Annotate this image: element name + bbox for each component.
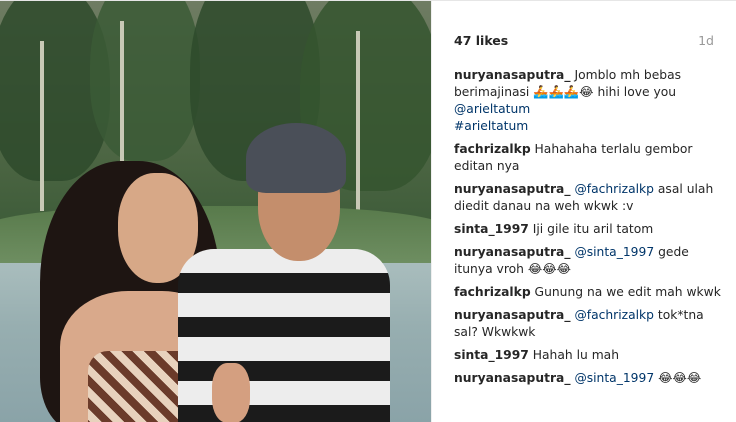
comment-username[interactable]: fachrizalkp bbox=[454, 142, 531, 156]
post-photo[interactable] bbox=[0, 1, 431, 422]
comment-username[interactable]: nuryanasaputra_ bbox=[454, 182, 571, 196]
comment-text: Gunung na we edit mah wkwk bbox=[534, 285, 721, 299]
comment-item: fachrizalkp Gunung na we edit mah wkwk bbox=[454, 284, 724, 301]
comment-username[interactable]: nuryanasaputra_ bbox=[454, 245, 571, 259]
comment-item: nuryanasaputra_ Jomblo mh bebas berimaji… bbox=[454, 67, 724, 135]
comment-mention[interactable]: @sinta_1997 bbox=[574, 245, 654, 259]
likes-count[interactable]: 47 likes bbox=[454, 33, 508, 48]
comment-text: Hahah lu mah bbox=[532, 348, 620, 362]
comment-mention[interactable]: @fachrizalkp bbox=[574, 182, 654, 196]
comment-hashtag[interactable]: #arieltatum bbox=[454, 118, 724, 135]
comment-item: sinta_1997 Hahah lu mah bbox=[454, 347, 724, 364]
post-age[interactable]: 1d bbox=[698, 33, 714, 48]
comment-username[interactable]: sinta_1997 bbox=[454, 348, 529, 362]
post-side-panel: 47 likes 1d nuryanasaputra_ Jomblo mh be… bbox=[431, 1, 736, 422]
comment-username[interactable]: nuryanasaputra_ bbox=[454, 68, 571, 82]
tree-trunk bbox=[356, 31, 360, 211]
comment-item: nuryanasaputra_ @sinta_1997 gede itunya … bbox=[454, 244, 724, 278]
man-cap bbox=[246, 123, 346, 193]
likes-row: 47 likes 1d bbox=[454, 33, 714, 51]
comment-item: fachrizalkp Hahahaha terlalu gembor edit… bbox=[454, 141, 724, 175]
comment-mention[interactable]: @arieltatum bbox=[454, 101, 724, 118]
comments-list: nuryanasaputra_ Jomblo mh bebas berimaji… bbox=[454, 67, 724, 393]
hand bbox=[212, 363, 250, 422]
comment-item: nuryanasaputra_ @fachrizalkp asal ulah d… bbox=[454, 181, 724, 215]
background-tree bbox=[90, 1, 200, 161]
comment-username[interactable]: sinta_1997 bbox=[454, 222, 529, 236]
comment-text: 😂😂😂 bbox=[658, 371, 702, 385]
comment-mention[interactable]: @fachrizalkp bbox=[574, 308, 654, 322]
tree-trunk bbox=[40, 41, 44, 211]
comment-item: nuryanasaputra_ @sinta_1997 😂😂😂 bbox=[454, 370, 724, 387]
comment-item: nuryanasaputra_ @fachrizalkp tok*tna sal… bbox=[454, 307, 724, 341]
comment-text: Iji gile itu aril tatom bbox=[532, 222, 654, 236]
comment-username[interactable]: fachrizalkp bbox=[454, 285, 531, 299]
comment-item: sinta_1997 Iji gile itu aril tatom bbox=[454, 221, 724, 238]
comment-username[interactable]: nuryanasaputra_ bbox=[454, 308, 571, 322]
comment-mention[interactable]: @sinta_1997 bbox=[574, 371, 654, 385]
man-striped-shirt bbox=[178, 249, 390, 422]
instagram-post: 47 likes 1d nuryanasaputra_ Jomblo mh be… bbox=[0, 0, 736, 422]
comment-username[interactable]: nuryanasaputra_ bbox=[454, 371, 571, 385]
